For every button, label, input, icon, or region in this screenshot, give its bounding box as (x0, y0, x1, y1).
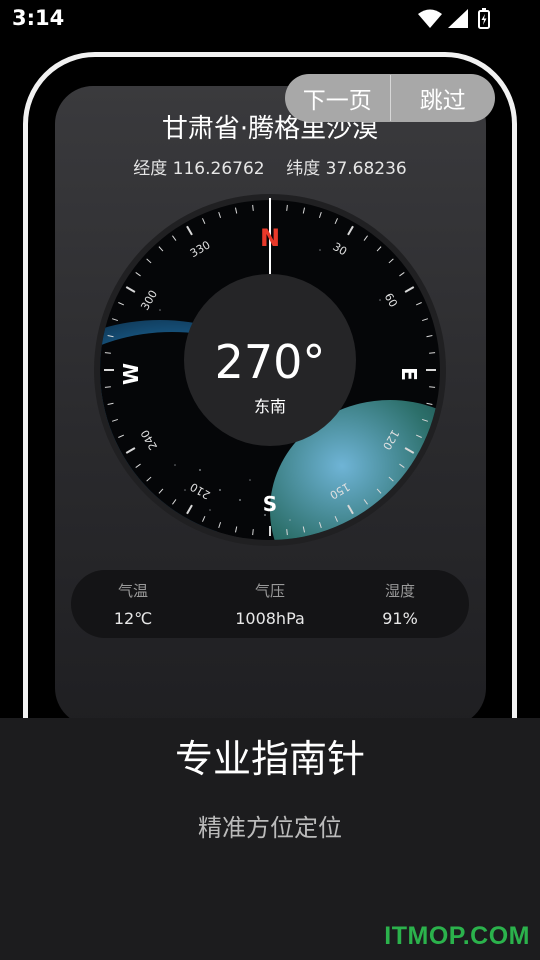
stat-label: 气压 (254, 582, 285, 600)
coordinates: 经度 116.26762 纬度 37.68236 (0, 154, 540, 179)
cardinal-n: N (260, 224, 280, 252)
feature-subtitle: 精准方位定位 (198, 814, 342, 842)
status-time: 3:14 (12, 6, 65, 30)
nav-pill: 下一页 跳过 (285, 74, 495, 122)
feature-title: 专业指南针 (174, 737, 365, 781)
stat-value: 1008hPa (235, 609, 305, 628)
wifi-icon (418, 9, 442, 28)
watermark: ITMOP.COM (384, 922, 530, 950)
compass-tick (286, 529, 288, 536)
latitude-label: 纬度 (286, 159, 321, 179)
next-page-button[interactable]: 下一页 (285, 81, 390, 115)
stat-pressure: 气压 1008hPa (210, 570, 330, 628)
stat-label: 气温 (117, 582, 148, 600)
compass-tick (104, 352, 111, 354)
compass-tick (286, 204, 288, 211)
signal-icon (448, 9, 468, 28)
compass-tick (104, 386, 111, 388)
stat-value: 91% (382, 609, 418, 628)
weather-stats-card: 气温 12℃ 气压 1008hPa 湿度 91% (71, 570, 469, 638)
heading-value: 270° (215, 335, 326, 389)
cardinal-s: S (263, 492, 277, 516)
heading-direction: 东南 (254, 397, 286, 416)
battery-icon (478, 8, 490, 29)
stat-label: 湿度 (384, 582, 415, 600)
latitude-value: 37.68236 (325, 159, 407, 179)
compass-tick (252, 204, 254, 211)
stat-humidity: 湿度 91% (340, 570, 460, 628)
compass-dial: 3060120150210240300330 N E S W 270° 东南 (94, 194, 446, 546)
longitude-value: 116.26762 (172, 159, 265, 179)
status-bar: 3:14 (0, 0, 540, 38)
stat-value: 12℃ (113, 609, 153, 628)
compass-tick (252, 529, 254, 536)
skip-button[interactable]: 跳过 (391, 81, 496, 115)
longitude-label: 经度 (133, 159, 168, 179)
compass-tick (429, 386, 436, 388)
cardinal-w: W (119, 363, 143, 385)
status-icons (418, 8, 490, 29)
compass-tick (429, 352, 436, 354)
cardinal-e: E (397, 367, 421, 381)
stat-temperature: 气温 12℃ (73, 570, 193, 628)
